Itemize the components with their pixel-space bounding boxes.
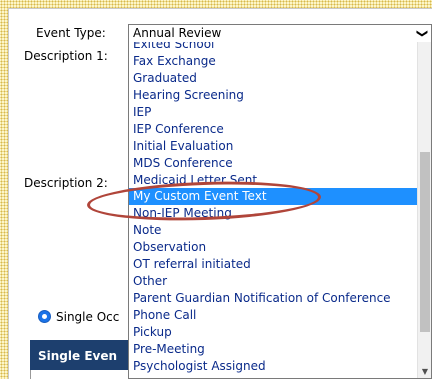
dropdown-option[interactable]: MDS Conference [129,155,419,172]
single-occurrence-radio[interactable] [38,310,51,323]
dropdown-option[interactable]: Medicaid Letter Sent [129,172,419,189]
dropdown-option[interactable]: Initial Evaluation [129,138,419,155]
event-type-label: Event Type: [36,26,106,40]
dropdown-option[interactable]: IEP [129,104,419,121]
dropdown-scrollbar[interactable]: ▼ [417,42,431,378]
dropdown-option[interactable]: Observation [129,239,419,256]
dropdown-option[interactable]: Psychologist Assigned [129,358,419,375]
event-type-dropdown[interactable]: Exited School Fax Exchange Graduated Hearin… [128,42,432,379]
single-occurrence-label: Single Occ [56,310,120,324]
dropdown-option[interactable]: Fax Exchange [129,53,419,70]
dropdown-option[interactable]: Pickup [129,324,419,341]
dropdown-option[interactable]: Exited School [129,42,419,53]
dropdown-option-list: Exited School Fax Exchange Graduated Hearin… [129,42,419,375]
description2-label: Description 2: [24,176,108,190]
event-type-select-value: Annual Review [133,26,222,40]
dropdown-option[interactable]: Graduated [129,70,419,87]
chevron-down-icon: ❯ [415,28,429,39]
dropdown-option[interactable]: Note [129,222,419,239]
dropdown-option[interactable]: Other [129,273,419,290]
dropdown-option[interactable]: Hearing Screening [129,87,419,104]
scrollbar-thumb[interactable] [420,152,430,332]
dropdown-option[interactable]: Pre-Meeting [129,341,419,358]
scroll-down-icon[interactable]: ▼ [418,365,431,378]
section-header-text: Single Even [38,349,118,363]
description1-label: Description 1: [24,49,108,63]
dropdown-option[interactable]: IEP Conference [129,121,419,138]
dropdown-option[interactable]: OT referral initiated [129,256,419,273]
dropdown-option[interactable]: Non-IEP Meeting [129,205,419,222]
event-type-select[interactable]: Annual Review ❯ [128,24,432,43]
dropdown-option[interactable]: Parent Guardian Notification of Conferen… [129,290,419,307]
dropdown-option[interactable]: Phone Call [129,307,419,324]
dropdown-option-selected[interactable]: My Custom Event Text [129,188,419,206]
